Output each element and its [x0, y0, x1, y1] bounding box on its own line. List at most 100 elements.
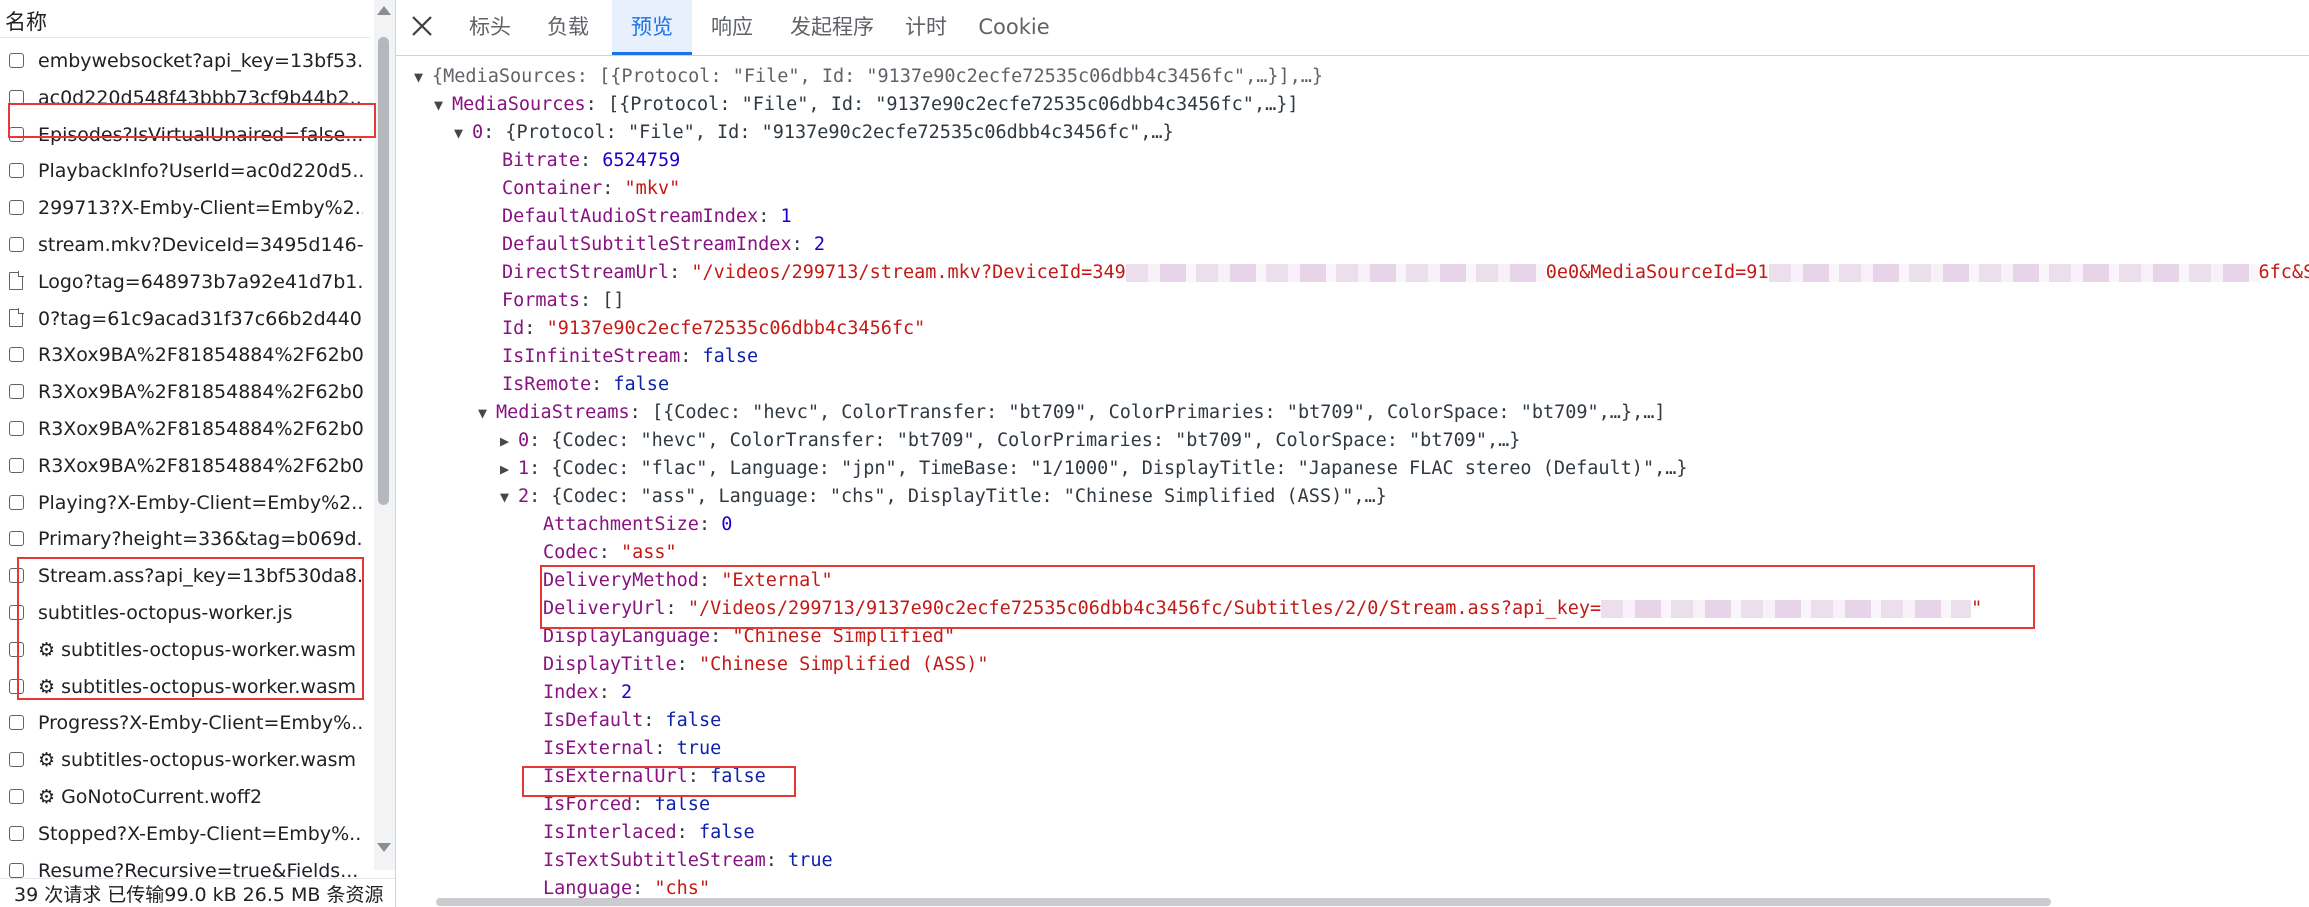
preview-horizontal-scrollbar[interactable]: [436, 898, 2051, 906]
request-name: Stream.ass?api_key=13bf530da8...: [38, 565, 363, 588]
tree-row-mediasource-0[interactable]: ▼ 0: {Protocol: "File", Id: "9137e90c2ecf…: [454, 120, 1174, 146]
tree-row-is-text-subtitle-stream: IsTextSubtitleStream: true: [543, 850, 833, 871]
tree-row-mediasources[interactable]: ▼ MediaSources: [{Protocol: "File", Id: "…: [434, 92, 1299, 118]
tree-row-codec: Codec: "ass": [543, 542, 677, 563]
checkbox-icon: [9, 862, 24, 878]
request-row[interactable]: Episodes?IsVirtualUnaired=false...: [0, 118, 372, 155]
tree-row-display-title: DisplayTitle: "Chinese Simplified (ASS)": [543, 654, 989, 675]
request-list-scrollbar[interactable]: [374, 0, 395, 870]
request-name: stream.mkv?DeviceId=3495d146-...: [38, 233, 363, 256]
request-row[interactable]: Progress?X-Emby-Client=Emby%...: [0, 706, 372, 743]
request-row[interactable]: R3Xox9BA%2F81854884%2F62b0...: [0, 375, 372, 412]
request-row[interactable]: subtitles-octopus-worker.js: [0, 596, 372, 633]
tree-row-stream-2[interactable]: ▼ 2: {Codec: "ass", Language: "chs", Disp…: [500, 484, 1387, 510]
request-row[interactable]: 0?tag=61c9acad31f37c66b2d440...: [0, 302, 372, 339]
tree-row-is-external: IsExternal: true: [543, 738, 722, 759]
tree-row-is-infinite-stream: IsInfiniteStream: false: [502, 346, 759, 367]
request-summary-status: 39 次请求 已传输99.0 kB 26.5 MB 条资源: [0, 878, 395, 907]
tree-row-stream-1[interactable]: ▶ 1: {Codec: "flac", Language: "jpn", Tim…: [500, 456, 1688, 482]
scroll-down-icon[interactable]: [377, 843, 391, 852]
request-row[interactable]: ⚙ GoNotoCurrent.woff2: [0, 780, 372, 817]
request-row[interactable]: stream.mkv?DeviceId=3495d146-...: [0, 228, 372, 265]
request-name: subtitles-octopus-worker.js: [38, 601, 293, 624]
tree-row-language: Language: "chs": [543, 878, 711, 898]
tree-row-display-language: DisplayLanguage: "Chinese Simplified": [543, 626, 956, 647]
request-row[interactable]: Primary?height=336&tag=b069d...: [0, 522, 372, 559]
request-row[interactable]: R3Xox9BA%2F81854884%2F62b0...: [0, 412, 372, 449]
checkbox-icon: [9, 825, 24, 841]
json-preview-tree: ▼ {MediaSources: [{Protocol: "File", Id: …: [396, 63, 2309, 898]
tree-row-bitrate: Bitrate: 6524759: [502, 150, 681, 171]
expand-toggle-icon[interactable]: ▼: [454, 120, 472, 146]
request-row[interactable]: PlaybackInfo?UserId=ac0d220d5...: [0, 154, 372, 191]
tree-row-is-default: IsDefault: false: [543, 710, 722, 731]
request-name: 0?tag=61c9acad31f37c66b2d440...: [38, 307, 363, 330]
request-row[interactable]: ⚙ subtitles-octopus-worker.wasm: [0, 633, 372, 670]
checkbox-icon: [9, 788, 24, 804]
expand-toggle-icon[interactable]: ▶: [500, 456, 518, 482]
document-icon: [9, 270, 24, 290]
request-name: ⚙ subtitles-octopus-worker.wasm: [38, 675, 357, 698]
expand-toggle-icon[interactable]: ▼: [414, 64, 432, 90]
tree-row-is-external-url: IsExternalUrl: false: [543, 766, 766, 787]
tree-row-stream-0[interactable]: ▶ 0: {Codec: "hevc", ColorTransfer: "bt70…: [500, 428, 1520, 454]
tab-initiator[interactable]: 发起程序: [774, 0, 890, 55]
request-row[interactable]: R3Xox9BA%2F81854884%2F62b0...: [0, 338, 372, 375]
checkbox-icon: [9, 494, 24, 510]
request-row[interactable]: 299713?X-Emby-Client=Emby%2...: [0, 191, 372, 228]
checkbox-icon: [9, 200, 24, 216]
scroll-thumb[interactable]: [378, 37, 389, 505]
request-row[interactable]: ⚙ subtitles-octopus-worker.wasm: [0, 743, 372, 780]
expand-toggle-icon[interactable]: ▼: [434, 92, 452, 118]
preview-panel: 标头 负载 预览 响应 发起程序 计时 Cookie ▼ {MediaSource…: [396, 0, 2309, 907]
request-name: Stopped?X-Emby-Client=Emby%...: [38, 822, 363, 845]
tree-row-container: Container: "mkv": [502, 178, 681, 199]
expand-toggle-icon[interactable]: ▼: [478, 400, 496, 426]
checkbox-icon: [9, 531, 24, 547]
redacted-blur: [1601, 600, 1972, 618]
request-row[interactable]: ac0d220d548f43bbb73cf9b44b2...: [0, 81, 372, 118]
expand-toggle-icon[interactable]: ▼: [500, 484, 518, 510]
request-name: Logo?tag=648973b7a92e41d7b1...: [38, 270, 363, 293]
checkbox-icon: [9, 347, 24, 363]
tree-row-delivery-url: DeliveryUrl: "/Videos/299713/9137e90c2ec…: [543, 598, 1983, 619]
tab-response[interactable]: 响应: [696, 0, 768, 55]
tab-payload[interactable]: 负载: [524, 0, 612, 55]
checkbox-icon: [9, 604, 24, 620]
request-name: R3Xox9BA%2F81854884%2F62b0...: [38, 381, 363, 404]
request-row[interactable]: ⚙ subtitles-octopus-worker.wasm: [0, 670, 372, 707]
checkbox-icon: [9, 126, 24, 142]
tree-row-is-interlaced: IsInterlaced: false: [543, 822, 755, 843]
request-row[interactable]: Playing?X-Emby-Client=Emby%2...: [0, 486, 372, 523]
tab-preview[interactable]: 预览: [612, 0, 692, 55]
name-column-header[interactable]: 名称: [0, 0, 370, 38]
scroll-up-icon[interactable]: [377, 6, 391, 15]
tab-headers[interactable]: 标头: [446, 0, 534, 55]
tree-row-formats: Formats: []: [502, 290, 625, 311]
tab-timing[interactable]: 计时: [893, 0, 959, 55]
request-row[interactable]: Stopped?X-Emby-Client=Emby%...: [0, 817, 372, 854]
detail-tab-bar: 标头 负载 预览 响应 发起程序 计时 Cookie: [396, 0, 2309, 56]
request-name: ⚙ subtitles-octopus-worker.wasm: [38, 638, 357, 661]
request-name: ⚙ subtitles-octopus-worker.wasm: [38, 749, 357, 772]
request-name: embywebsocket?api_key=13bf53...: [38, 50, 363, 72]
tree-row-mediastreams[interactable]: ▼ MediaStreams: [{Codec: "hevc", ColorTra…: [478, 400, 1666, 426]
tree-row-is-remote: IsRemote: false: [502, 374, 670, 395]
request-name: ac0d220d548f43bbb73cf9b44b2...: [38, 86, 363, 109]
tab-cookie[interactable]: Cookie: [966, 0, 1062, 55]
checkbox-icon: [9, 678, 24, 694]
request-row[interactable]: Stream.ass?api_key=13bf530da8...: [0, 559, 372, 596]
tree-row-root[interactable]: ▼ {MediaSources: [{Protocol: "File", Id: …: [414, 64, 1323, 90]
request-row[interactable]: R3Xox9BA%2F81854884%2F62b0...: [0, 449, 372, 486]
expand-toggle-icon[interactable]: ▶: [500, 428, 518, 454]
checkbox-icon: [9, 752, 24, 768]
request-row[interactable]: Logo?tag=648973b7a92e41d7b1...: [0, 265, 372, 302]
tree-row-id: Id: "9137e90c2ecfe72535c06dbb4c3456fc": [502, 318, 926, 339]
close-icon[interactable]: [410, 14, 434, 38]
tree-row-is-forced: IsForced: false: [543, 794, 711, 815]
tree-row-default-audio-index: DefaultAudioStreamIndex: 1: [502, 206, 792, 227]
checkbox-icon: [9, 163, 24, 179]
request-row[interactable]: embywebsocket?api_key=13bf53...: [0, 44, 372, 81]
request-name: Progress?X-Emby-Client=Emby%...: [38, 712, 363, 735]
request-name: ⚙ GoNotoCurrent.woff2: [38, 785, 263, 808]
